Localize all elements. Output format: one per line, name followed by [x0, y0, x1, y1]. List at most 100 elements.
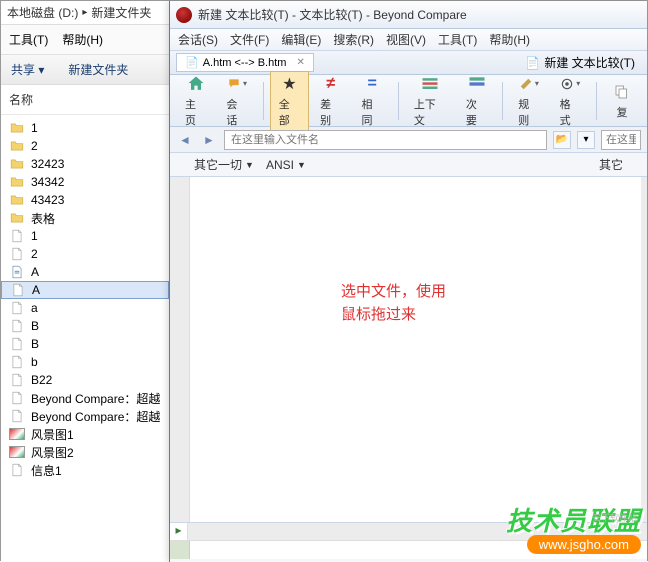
image-icon	[9, 444, 25, 460]
file-item[interactable]: b	[1, 353, 169, 371]
menu-tools[interactable]: 工具(T)	[438, 31, 477, 48]
menu-edit[interactable]: 编辑(E)	[281, 31, 321, 48]
file-item[interactable]: 信息1	[1, 461, 169, 479]
chevron-right-icon: ▸	[82, 7, 87, 18]
file-icon	[9, 300, 25, 316]
separator	[596, 82, 597, 120]
not-equal-icon: ≠	[321, 74, 341, 94]
annotation-line1: 选中文件，使用	[341, 281, 446, 304]
file-icon	[9, 390, 25, 406]
rules-button[interactable]: ▾ 规则	[509, 71, 548, 131]
file-icon	[10, 282, 26, 298]
file-item[interactable]: 34342	[1, 173, 169, 191]
file-name: 32423	[31, 157, 64, 171]
copy-button[interactable]: 复	[603, 79, 641, 123]
file-item[interactable]: 风景图1	[1, 425, 169, 443]
menu-file[interactable]: 文件(F)	[230, 31, 269, 48]
filter-bar: 其它一切▼ ANSI▼ 其它	[170, 153, 647, 177]
file-item[interactable]: A	[1, 281, 169, 299]
file-item[interactable]: 2	[1, 245, 169, 263]
file-name: B22	[31, 373, 52, 387]
file-name: Beyond Compare：超越	[31, 390, 160, 407]
annotation-line2: 鼠标拖过来	[341, 304, 446, 327]
tab-label: 新建 文本比较(T)	[544, 54, 635, 71]
file-name: b	[31, 355, 38, 369]
folder-icon	[9, 138, 25, 154]
file-name: 表格	[31, 210, 55, 227]
format-icon: ▾	[560, 74, 580, 94]
scrollbar[interactable]	[641, 177, 647, 522]
back-button[interactable]: ◄	[176, 131, 194, 149]
file-icon	[9, 318, 25, 334]
menu-tools[interactable]: 工具(T)	[9, 31, 48, 48]
format-button[interactable]: ▾ 格式	[551, 71, 590, 131]
thumbnail-gutter[interactable]	[170, 177, 190, 522]
file-name: B	[31, 319, 39, 333]
context-button[interactable]: 上下文	[405, 71, 455, 131]
menu-search[interactable]: 搜索(R)	[333, 31, 374, 48]
all-button[interactable]: ★ 全部	[270, 71, 309, 131]
menu-view[interactable]: 视图(V)	[386, 31, 426, 48]
menu-help[interactable]: 帮助(H)	[489, 31, 530, 48]
file-name: 风景图1	[31, 426, 74, 443]
file-name: Beyond Compare：超越	[31, 408, 160, 425]
folder-icon	[9, 174, 25, 190]
filter-encoding[interactable]: ANSI▼	[266, 158, 306, 172]
file-icon	[9, 336, 25, 352]
share-button[interactable]: 共享 ▾	[11, 61, 44, 78]
file-item[interactable]: 43423	[1, 191, 169, 209]
dropdown-button[interactable]: ▾	[577, 131, 595, 149]
app-logo-icon	[176, 7, 192, 23]
folder-icon	[9, 120, 25, 136]
menu-help[interactable]: 帮助(H)	[62, 31, 103, 48]
file-item[interactable]: 1	[1, 227, 169, 245]
home-button[interactable]: 主页	[176, 71, 215, 131]
tab-label: A.htm <--> B.htm	[203, 57, 287, 69]
path-bar: ◄ ► 📂 ▾	[170, 127, 647, 153]
file-item[interactable]: 2	[1, 137, 169, 155]
file-item[interactable]: B	[1, 317, 169, 335]
new-folder-button[interactable]: 新建文件夹	[68, 61, 128, 78]
file-item[interactable]: a	[1, 299, 169, 317]
file-item[interactable]: A	[1, 263, 169, 281]
file-item[interactable]: 32423	[1, 155, 169, 173]
file-item[interactable]: 1	[1, 119, 169, 137]
same-button[interactable]: = 相同	[352, 71, 391, 131]
tab-comparison[interactable]: 📄 A.htm <--> B.htm ✕	[176, 53, 314, 72]
file-name: A	[32, 283, 40, 297]
file-item[interactable]: Beyond Compare：超越	[1, 407, 169, 425]
file-name: 风景图2	[31, 444, 74, 461]
browse-button[interactable]: 📂	[553, 131, 571, 149]
diff-button[interactable]: ≠ 差别	[311, 71, 350, 131]
filter-other-right[interactable]: 其它	[599, 156, 623, 173]
close-icon[interactable]: ✕	[296, 57, 304, 68]
path-input-right[interactable]	[601, 130, 641, 150]
thumb-area[interactable]	[190, 541, 647, 559]
file-name: 2	[31, 139, 38, 153]
thumb-marker[interactable]	[170, 541, 190, 559]
expand-button[interactable]: ▸	[170, 523, 188, 540]
window-title: 新建 文本比较(T) - 文本比较(T) - Beyond Compare	[198, 6, 467, 23]
filter-other[interactable]: 其它一切▼	[194, 156, 254, 173]
file-icon	[9, 408, 25, 424]
separator	[263, 82, 264, 120]
file-item[interactable]: B	[1, 335, 169, 353]
minor-button[interactable]: 次要	[457, 71, 496, 131]
content-pane[interactable]	[190, 177, 641, 522]
breadcrumb-folder[interactable]: 新建文件夹	[91, 4, 151, 21]
menu-session[interactable]: 会话(S)	[178, 31, 218, 48]
column-header-name[interactable]: 名称	[1, 85, 169, 115]
file-icon	[9, 228, 25, 244]
file-item[interactable]: B22	[1, 371, 169, 389]
breadcrumb-disk[interactable]: 本地磁盘 (D:)	[7, 4, 78, 21]
path-input-left[interactable]	[224, 130, 547, 150]
file-item[interactable]: Beyond Compare：超越	[1, 389, 169, 407]
file-item[interactable]: 表格	[1, 209, 169, 227]
image-icon	[9, 426, 25, 442]
titlebar[interactable]: 新建 文本比较(T) - 文本比较(T) - Beyond Compare	[170, 1, 647, 29]
equal-icon: =	[362, 74, 382, 94]
breadcrumb[interactable]: 本地磁盘 (D:) ▸ 新建文件夹	[1, 1, 169, 25]
session-button[interactable]: ▾ 会话	[217, 71, 256, 131]
file-item[interactable]: 风景图2	[1, 443, 169, 461]
forward-button[interactable]: ►	[200, 131, 218, 149]
